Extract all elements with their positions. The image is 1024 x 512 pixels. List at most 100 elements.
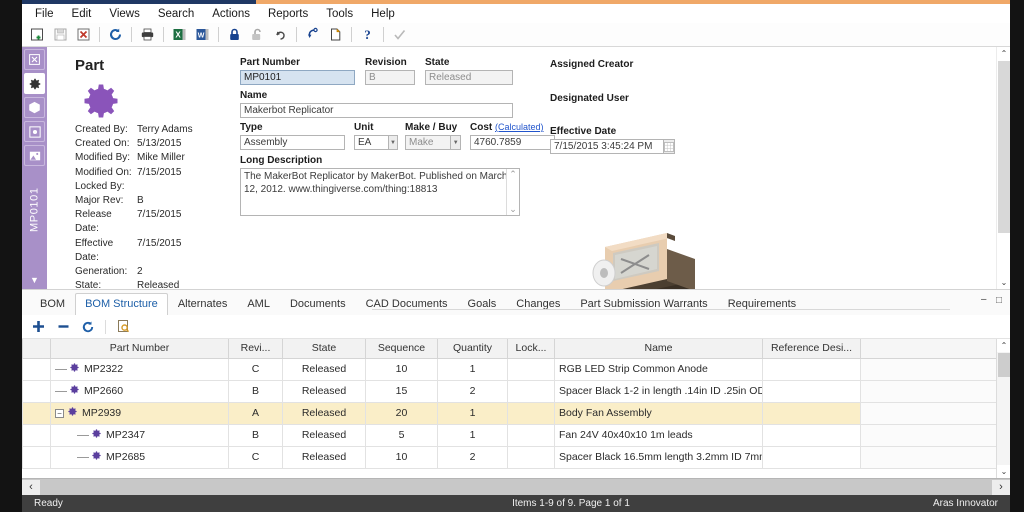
cell-state[interactable]: Released	[282, 357, 366, 381]
table-row[interactable]: − MP2939 A Released 20 1 Body Fan Assembly	[22, 401, 1010, 425]
expand-collapse-toggle[interactable]: −	[55, 408, 64, 418]
save-icon[interactable]	[50, 25, 71, 45]
table-row[interactable]: MP2685 C Released 10 2 Spacer Black 16.5mm le…	[22, 445, 1010, 469]
tab-cad-documents[interactable]: CAD Documents	[356, 293, 458, 315]
tab-alternates[interactable]: Alternates	[168, 293, 238, 315]
part-number-input[interactable]	[240, 70, 355, 85]
cell-name[interactable]: RGB LED Strip Common Anode	[554, 357, 763, 381]
viewer-icon[interactable]	[24, 121, 45, 142]
cell-sequence[interactable]: 10	[365, 357, 438, 381]
tab-aml[interactable]: AML	[237, 293, 280, 315]
refresh-grid-button[interactable]	[78, 318, 98, 336]
cell-sequence[interactable]: 10	[365, 445, 438, 469]
close-icon[interactable]	[24, 49, 45, 70]
refresh-icon[interactable]	[105, 25, 126, 45]
lock-icon[interactable]	[224, 25, 245, 45]
cell-sequence[interactable]: 5	[365, 423, 438, 447]
image-icon[interactable]	[24, 145, 45, 166]
cell-sequence[interactable]: 15	[365, 379, 438, 403]
scroll-down-icon[interactable]: ⌄	[509, 204, 517, 215]
print-icon[interactable]	[137, 25, 158, 45]
row-select-cell[interactable]	[22, 423, 51, 447]
table-row[interactable]: MP2660 B Released 15 2 Spacer Black 1-2 in le…	[22, 379, 1010, 403]
col-header-quantity[interactable]: Quantity	[437, 339, 508, 359]
grid-vertical-scrollbar[interactable]: ⌃ ⌄	[996, 339, 1010, 478]
cost-input[interactable]	[470, 135, 555, 150]
search-grid-button[interactable]	[113, 318, 133, 336]
minimize-panel-button[interactable]: −	[981, 294, 987, 306]
cell-state[interactable]: Released	[282, 379, 366, 403]
cell-revision[interactable]: C	[228, 445, 283, 469]
cell-revision[interactable]: A	[228, 401, 283, 425]
chevron-down-icon[interactable]: ▼	[450, 135, 461, 150]
col-header-sequence[interactable]: Sequence	[365, 339, 438, 359]
cell-locked[interactable]	[507, 379, 555, 403]
gear-icon[interactable]	[24, 73, 45, 94]
cell-revision[interactable]: B	[228, 423, 283, 447]
scroll-up-icon[interactable]: ⌃	[997, 339, 1010, 352]
tab-requirements[interactable]: Requirements	[718, 293, 806, 315]
unlock-icon[interactable]	[247, 25, 268, 45]
cell-name[interactable]: Spacer Black 16.5mm length 3.2mm ID 7mm.…	[554, 445, 763, 469]
cell-part-number[interactable]: MP2322	[50, 357, 229, 381]
calendar-icon[interactable]	[663, 139, 675, 154]
undo-icon[interactable]	[270, 25, 291, 45]
scroll-up-icon[interactable]: ⌃	[997, 47, 1010, 60]
cell-state[interactable]: Released	[282, 445, 366, 469]
tab-goals[interactable]: Goals	[458, 293, 507, 315]
cell-reference-designator[interactable]	[762, 357, 861, 381]
col-header-locked[interactable]: Lock...	[507, 339, 555, 359]
tab-bom-structure[interactable]: BOM Structure	[75, 293, 168, 316]
scrollbar-thumb[interactable]	[998, 61, 1010, 233]
tab-part-submission-warrants[interactable]: Part Submission Warrants	[570, 293, 717, 315]
cube-icon[interactable]	[24, 97, 45, 118]
col-header-part-number[interactable]: Part Number	[50, 339, 229, 359]
scroll-down-icon[interactable]: ⌄	[997, 276, 1010, 289]
cell-quantity[interactable]: 1	[437, 423, 508, 447]
menu-item-file[interactable]: File	[26, 6, 63, 22]
copy-item-icon[interactable]	[325, 25, 346, 45]
add-row-button[interactable]	[28, 318, 48, 336]
cell-locked[interactable]	[507, 357, 555, 381]
cost-calculated-link[interactable]: (Calculated)	[495, 122, 544, 132]
cell-reference-designator[interactable]	[762, 423, 861, 447]
cell-sequence[interactable]: 20	[365, 401, 438, 425]
export-word-icon[interactable]: W	[192, 25, 213, 45]
cell-part-number[interactable]: − MP2939	[50, 401, 229, 425]
row-select-cell[interactable]	[22, 445, 51, 469]
cell-name[interactable]: Spacer Black 1-2 in length .14in ID .25i…	[554, 379, 763, 403]
cell-quantity[interactable]: 1	[437, 401, 508, 425]
menu-item-actions[interactable]: Actions	[203, 6, 259, 22]
export-excel-icon[interactable]: X	[169, 25, 190, 45]
chevron-down-icon[interactable]: ▼	[22, 275, 47, 285]
remove-row-button[interactable]	[53, 318, 73, 336]
table-row[interactable]: MP2347 B Released 5 1 Fan 24V 40x40x10 1m lea…	[22, 423, 1010, 447]
form-vertical-scrollbar[interactable]: ⌃ ⌄	[996, 47, 1010, 289]
help-icon[interactable]: ?	[357, 25, 378, 45]
scroll-left-icon[interactable]: ‹	[22, 479, 40, 495]
scroll-right-icon[interactable]: ›	[992, 479, 1010, 495]
menu-item-help[interactable]: Help	[362, 6, 404, 22]
cell-quantity[interactable]: 2	[437, 379, 508, 403]
menu-item-views[interactable]: Views	[100, 6, 148, 22]
long-description-textarea[interactable]: The MakerBot Replicator by MakerBot. Pub…	[240, 168, 520, 216]
cell-locked[interactable]	[507, 423, 555, 447]
menu-item-reports[interactable]: Reports	[259, 6, 317, 22]
cell-locked[interactable]	[507, 445, 555, 469]
col-header-select[interactable]	[22, 339, 51, 359]
promote-icon[interactable]	[302, 25, 323, 45]
grid-horizontal-scrollbar[interactable]: ‹ ›	[22, 478, 1010, 495]
type-input[interactable]	[240, 135, 345, 150]
delete-icon[interactable]	[73, 25, 94, 45]
scrollbar-track[interactable]	[40, 479, 992, 495]
col-header-revision[interactable]: Revi...	[228, 339, 283, 359]
cell-reference-designator[interactable]	[762, 445, 861, 469]
cell-part-number[interactable]: MP2347	[50, 423, 229, 447]
cell-reference-designator[interactable]	[762, 401, 861, 425]
row-select-cell[interactable]	[22, 357, 51, 381]
state-input[interactable]	[425, 70, 513, 85]
tab-documents[interactable]: Documents	[280, 293, 356, 315]
cell-state[interactable]: Released	[282, 423, 366, 447]
scroll-up-icon[interactable]: ⌃	[509, 169, 517, 180]
cell-name[interactable]: Body Fan Assembly	[554, 401, 763, 425]
